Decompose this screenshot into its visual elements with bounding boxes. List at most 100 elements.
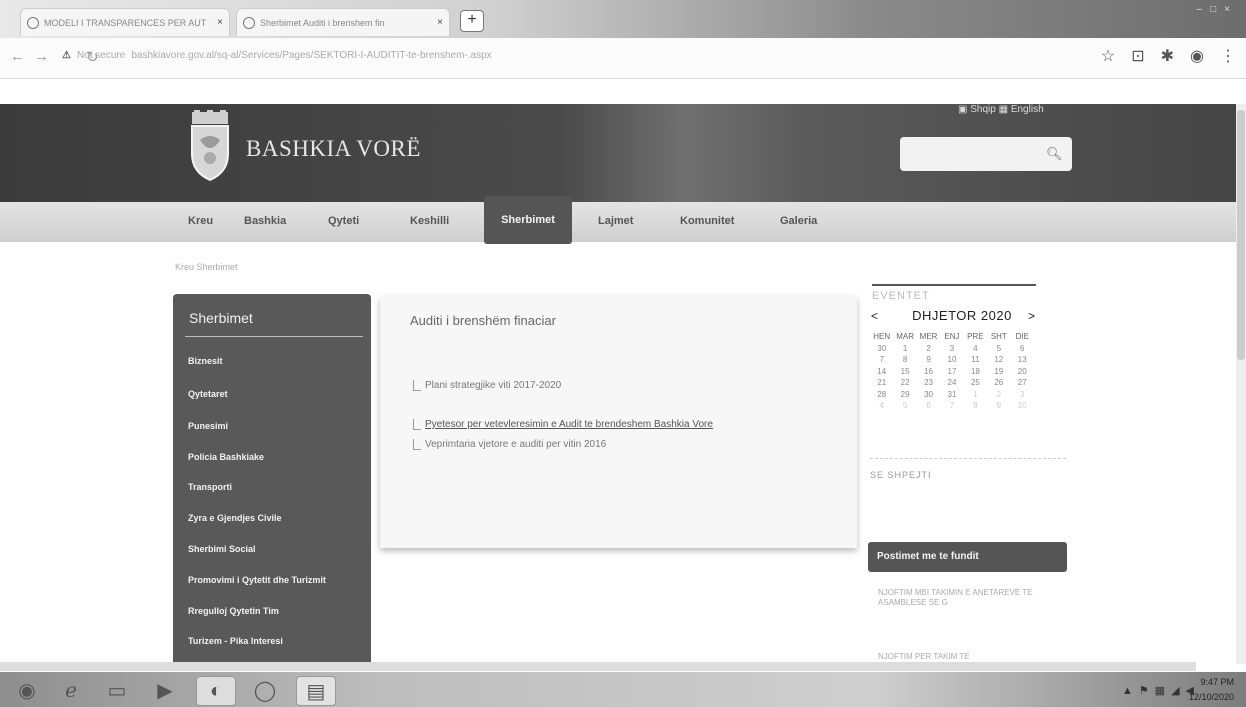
nav-item-bashkia[interactable]: Bashkia xyxy=(244,215,286,227)
document-link[interactable]: Pyetesor per vetevleresimin e Audit te b… xyxy=(413,419,713,430)
calendar-day[interactable]: 20 xyxy=(1011,367,1034,379)
nav-item-sherbimet[interactable]: Sherbimet xyxy=(484,196,572,244)
calendar-day[interactable]: 28 xyxy=(870,390,893,402)
site-brand[interactable]: BASHKIA VORË xyxy=(246,136,421,162)
lang-shqip-link[interactable]: Shqip xyxy=(970,104,996,115)
calendar-day[interactable]: 17 xyxy=(940,367,963,379)
calendar-day[interactable]: 22 xyxy=(893,378,916,390)
calendar-day[interactable]: 8 xyxy=(893,355,916,367)
post-link[interactable]: NJOFTIM MBI TAKIMIN E ANETAREVE TE ASAMB… xyxy=(878,588,1058,608)
calendar-day[interactable]: 2 xyxy=(987,390,1010,402)
calendar-day[interactable]: 31 xyxy=(940,390,963,402)
calendar-day[interactable]: 18 xyxy=(964,367,987,379)
calendar-day[interactable]: 30 xyxy=(870,344,893,356)
calendar-day[interactable]: 5 xyxy=(893,401,916,413)
calendar-prev-button[interactable]: < xyxy=(871,309,878,323)
ie-browser-icon[interactable]: ℯ xyxy=(52,676,90,704)
calendar-day[interactable]: 6 xyxy=(917,401,940,413)
sidebar-item[interactable]: Turizem - Pika Interesi xyxy=(188,636,283,646)
new-tab-button[interactable]: + xyxy=(460,10,484,32)
calendar-day[interactable]: 3 xyxy=(940,344,963,356)
calendar-day[interactable]: 7 xyxy=(870,355,893,367)
horizontal-scrollbar[interactable] xyxy=(0,662,1196,671)
extensions-icon[interactable]: ✱ xyxy=(1161,46,1174,66)
calendar-day[interactable]: 2 xyxy=(917,344,940,356)
calendar-day[interactable]: 27 xyxy=(1011,378,1034,390)
calendar-day[interactable]: 23 xyxy=(917,378,940,390)
calendar-day[interactable]: 13 xyxy=(1011,355,1034,367)
menu-icon[interactable]: ⋮ xyxy=(1220,46,1236,66)
sidebar-item[interactable]: Promovimi i Qytetit dhe Turizmit xyxy=(188,575,326,585)
nav-item-kreu[interactable]: Kreu xyxy=(188,215,213,227)
calendar-day[interactable]: 10 xyxy=(1011,401,1034,413)
calendar-day[interactable]: 12 xyxy=(987,355,1010,367)
calendar-next-button[interactable]: > xyxy=(1028,309,1035,323)
calendar-day[interactable]: 19 xyxy=(987,367,1010,379)
sidebar-item[interactable]: Transporti xyxy=(188,482,232,492)
calendar-month: DHJETOR 2020 xyxy=(912,308,1012,323)
calendar-day[interactable]: 9 xyxy=(987,401,1010,413)
calendar-day[interactable]: 21 xyxy=(870,378,893,390)
municipality-logo[interactable] xyxy=(188,110,232,182)
profile-icon[interactable]: ◉ xyxy=(1190,46,1204,66)
calendar-day[interactable]: 26 xyxy=(987,378,1010,390)
nav-item-lajmet[interactable]: Lajmet xyxy=(598,215,633,227)
calendar-day[interactable]: 8 xyxy=(964,401,987,413)
sidebar-item[interactable]: Biznesit xyxy=(188,356,223,366)
calendar-day[interactable]: 15 xyxy=(893,367,916,379)
scrollbar-thumb[interactable] xyxy=(1237,110,1245,360)
close-icon[interactable]: × xyxy=(217,17,223,28)
window-controls[interactable]: –□× xyxy=(1197,4,1238,15)
opera-browser-icon[interactable]: ◯ xyxy=(246,676,284,704)
search-icon[interactable]: 🔍︎ xyxy=(1046,146,1063,162)
document-link[interactable]: Plani strategjike viti 2017-2020 xyxy=(413,380,561,391)
calendar-day[interactable]: 24 xyxy=(940,378,963,390)
file-explorer-icon[interactable]: ▭ xyxy=(98,676,136,704)
lang-english-link[interactable]: English xyxy=(1011,104,1044,115)
nav-item-galeria[interactable]: Galeria xyxy=(780,215,817,227)
calendar-day[interactable]: 4 xyxy=(964,344,987,356)
calendar-day[interactable]: 3 xyxy=(1011,390,1034,402)
nav-item-komunitet[interactable]: Komunitet xyxy=(680,215,734,227)
calendar-day[interactable]: 10 xyxy=(940,355,963,367)
post-link[interactable]: NJOFTIM PER TAKIM TE xyxy=(878,652,1058,662)
translate-icon[interactable]: ⊡ xyxy=(1131,46,1144,66)
calendar-day[interactable]: 11 xyxy=(964,355,987,367)
calendar-day[interactable]: 1 xyxy=(964,390,987,402)
calendar-day[interactable]: 1 xyxy=(893,344,916,356)
sidebar-item[interactable]: Rregulloj Qytetin Tim xyxy=(188,606,279,616)
nav-item-qyteti[interactable]: Qyteti xyxy=(328,215,359,227)
chrome-browser-icon[interactable]: ◐ xyxy=(196,676,236,706)
breadcrumb[interactable]: Kreu Sherbimet xyxy=(175,262,238,272)
browser-tab-2[interactable]: Sherbimet Auditi i brenshem fin × xyxy=(236,8,450,36)
calendar-day[interactable]: 29 xyxy=(893,390,916,402)
calendar-day[interactable]: 30 xyxy=(917,390,940,402)
clock-date[interactable]: 12/10/2020 xyxy=(1189,692,1234,702)
document-app-icon[interactable]: ▤ xyxy=(296,676,336,706)
clock-time[interactable]: 9:47 PM xyxy=(1200,677,1234,687)
calendar-day[interactable]: 25 xyxy=(964,378,987,390)
sidebar-item[interactable]: Qytetaret xyxy=(188,389,228,399)
calendar-day[interactable]: 6 xyxy=(1011,344,1034,356)
calendar-day[interactable]: 4 xyxy=(870,401,893,413)
document-link[interactable]: Veprimtaria vjetore e auditi per vitin 2… xyxy=(413,439,606,450)
sidebar-item[interactable]: Policia Bashkiake xyxy=(188,452,264,462)
calendar-day[interactable]: 16 xyxy=(917,367,940,379)
star-icon[interactable]: ☆ xyxy=(1101,46,1115,66)
calendar-day[interactable]: 14 xyxy=(870,367,893,379)
media-player-icon[interactable]: ▶ xyxy=(146,676,184,704)
start-menu-icon[interactable]: ◉ xyxy=(8,676,46,704)
sidebar-item[interactable]: Zyra e Gjendjes Civile xyxy=(188,513,282,523)
url-field[interactable]: ⚠ Not secure bashkiavore.gov.al/sq-al/Se… xyxy=(62,50,492,61)
sidebar-item[interactable]: Sherbimi Social xyxy=(188,544,256,554)
forward-arrow-icon[interactable]: → xyxy=(34,48,49,65)
close-icon[interactable]: × xyxy=(437,17,443,28)
nav-item-keshilli[interactable]: Keshilli xyxy=(410,215,449,227)
upcoming-events-label: SE SHPEJTI xyxy=(870,470,932,480)
calendar-day[interactable]: 5 xyxy=(987,344,1010,356)
back-arrow-icon[interactable]: ← xyxy=(10,48,25,65)
calendar-day[interactable]: 7 xyxy=(940,401,963,413)
calendar-day[interactable]: 9 xyxy=(917,355,940,367)
sidebar-item[interactable]: Punesimi xyxy=(188,421,228,431)
browser-tab-1[interactable]: MODELI I TRANSPARENCES PER AUT × xyxy=(20,8,230,36)
